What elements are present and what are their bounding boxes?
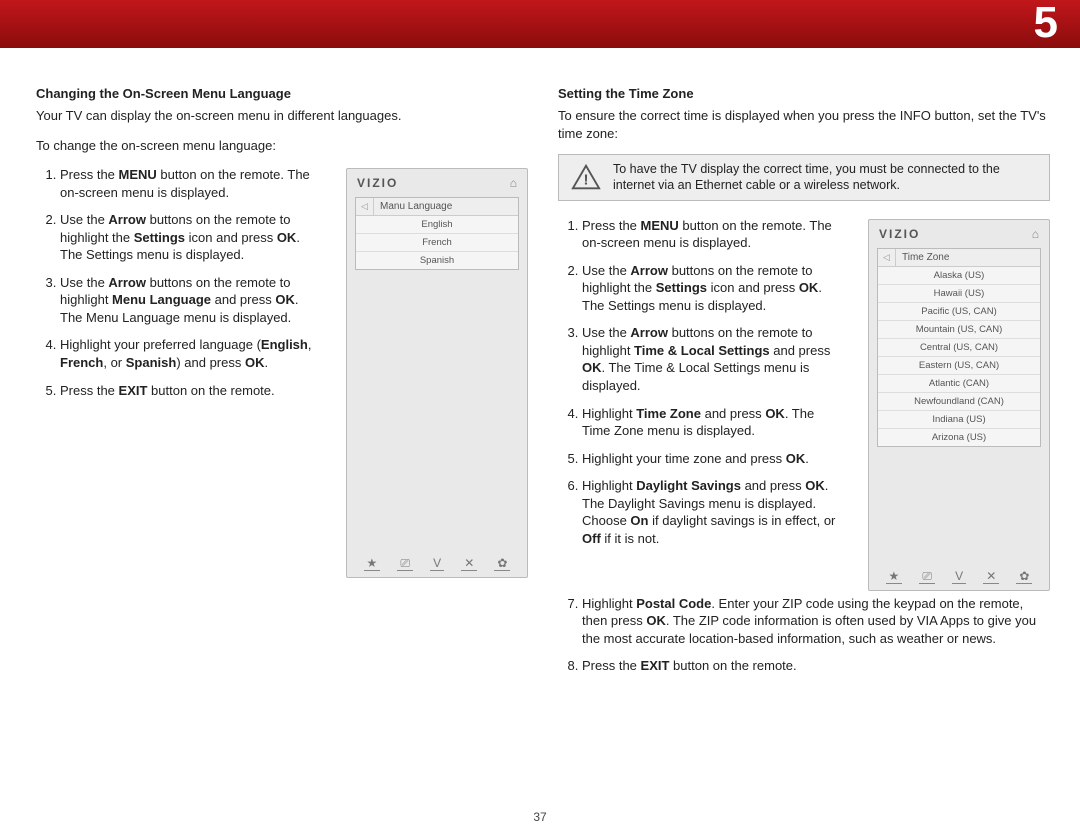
list-item: Press the EXIT button on the remote. bbox=[60, 382, 326, 400]
page-body: Changing the On-Screen Menu Language You… bbox=[0, 48, 1080, 685]
list-item: Highlight your preferred language (Engli… bbox=[60, 336, 326, 371]
page-number: 37 bbox=[0, 810, 1080, 824]
home-icon: ⌂ bbox=[1032, 227, 1039, 241]
v-icon: V bbox=[952, 570, 966, 584]
gear-icon: ✿ bbox=[494, 557, 510, 571]
warning-text: To have the TV display the correct time,… bbox=[613, 161, 1039, 194]
star-icon: ★ bbox=[364, 557, 381, 571]
menu-item: Spanish bbox=[356, 252, 518, 269]
v-icon: V bbox=[430, 557, 444, 571]
warning-icon: ! bbox=[569, 162, 603, 192]
list-item: Highlight Postal Code. Enter your ZIP co… bbox=[582, 595, 1050, 648]
intro-text: Your TV can display the on-screen menu i… bbox=[36, 107, 528, 125]
section-title-language: Changing the On-Screen Menu Language bbox=[36, 86, 528, 101]
menu-item: Pacific (US, CAN) bbox=[878, 303, 1040, 321]
menu-item: Atlantic (CAN) bbox=[878, 375, 1040, 393]
steps-block: Press the MENU button on the remote. The… bbox=[558, 217, 848, 558]
menu-item: Hawaii (US) bbox=[878, 285, 1040, 303]
steps-list-timezone-cont: Highlight Postal Code. Enter your ZIP co… bbox=[558, 595, 1050, 675]
menu-item: Alaska (US) bbox=[878, 267, 1040, 285]
menu-item: Eastern (US, CAN) bbox=[878, 357, 1040, 375]
menu-item: Newfoundland (CAN) bbox=[878, 393, 1040, 411]
back-icon: ◁ bbox=[878, 249, 896, 266]
menu-title: Manu Language bbox=[374, 198, 518, 215]
list-item: Use the Arrow buttons on the remote to h… bbox=[60, 274, 326, 327]
close-icon: ✕ bbox=[461, 557, 477, 571]
list-item: Highlight Time Zone and press OK. The Ti… bbox=[582, 405, 848, 440]
list-item: Use the Arrow buttons on the remote to h… bbox=[582, 324, 848, 394]
svg-text:!: ! bbox=[584, 172, 589, 189]
brand-label: VIZIO bbox=[357, 176, 398, 190]
intro-text-2: To change the on-screen menu language: bbox=[36, 137, 528, 155]
star-icon: ★ bbox=[886, 570, 903, 584]
intro-text: To ensure the correct time is displayed … bbox=[558, 107, 1050, 142]
menu-title: Time Zone bbox=[896, 249, 1040, 266]
close-icon: ✕ bbox=[983, 570, 999, 584]
menu-item: French bbox=[356, 234, 518, 252]
brand-label: VIZIO bbox=[879, 227, 920, 241]
steps-block: Press the MENU button on the remote. The… bbox=[36, 166, 326, 409]
header-bar: 5 bbox=[0, 0, 1080, 48]
back-icon: ◁ bbox=[356, 198, 374, 215]
screen-icon: ⎚ bbox=[397, 557, 413, 571]
gear-icon: ✿ bbox=[1016, 570, 1032, 584]
list-item: Press the MENU button on the remote. The… bbox=[60, 166, 326, 201]
list-item: Press the EXIT button on the remote. bbox=[582, 657, 1050, 675]
warning-box: ! To have the TV display the correct tim… bbox=[558, 154, 1050, 201]
menu-item: Arizona (US) bbox=[878, 429, 1040, 446]
section-title-timezone: Setting the Time Zone bbox=[558, 86, 1050, 101]
list-item: Highlight Daylight Savings and press OK.… bbox=[582, 477, 848, 547]
left-column: Changing the On-Screen Menu Language You… bbox=[36, 86, 528, 685]
steps-list-timezone: Press the MENU button on the remote. The… bbox=[558, 217, 848, 548]
menu-item: English bbox=[356, 216, 518, 234]
footer-icons: ★ ⎚ V ✕ ✿ bbox=[877, 570, 1041, 584]
home-icon: ⌂ bbox=[510, 176, 517, 190]
screenshot-timezone: VIZIO ⌂ ◁ Time Zone Alaska (US) Hawaii (… bbox=[868, 219, 1050, 591]
menu-item: Indiana (US) bbox=[878, 411, 1040, 429]
chapter-number: 5 bbox=[1034, 0, 1058, 48]
menu-list: ◁ Time Zone Alaska (US) Hawaii (US) Paci… bbox=[877, 248, 1041, 447]
menu-item: Mountain (US, CAN) bbox=[878, 321, 1040, 339]
screen-icon: ⎚ bbox=[919, 570, 935, 584]
right-column: Setting the Time Zone To ensure the corr… bbox=[558, 86, 1050, 685]
list-item: Highlight your time zone and press OK. bbox=[582, 450, 848, 468]
menu-item: Central (US, CAN) bbox=[878, 339, 1040, 357]
menu-list: ◁ Manu Language English French Spanish bbox=[355, 197, 519, 270]
list-item: Use the Arrow buttons on the remote to h… bbox=[60, 211, 326, 264]
footer-icons: ★ ⎚ V ✕ ✿ bbox=[355, 557, 519, 571]
steps-list-language: Press the MENU button on the remote. The… bbox=[36, 166, 326, 399]
list-item: Press the MENU button on the remote. The… bbox=[582, 217, 848, 252]
list-item: Use the Arrow buttons on the remote to h… bbox=[582, 262, 848, 315]
screenshot-menu-language: VIZIO ⌂ ◁ Manu Language English French S… bbox=[346, 168, 528, 578]
